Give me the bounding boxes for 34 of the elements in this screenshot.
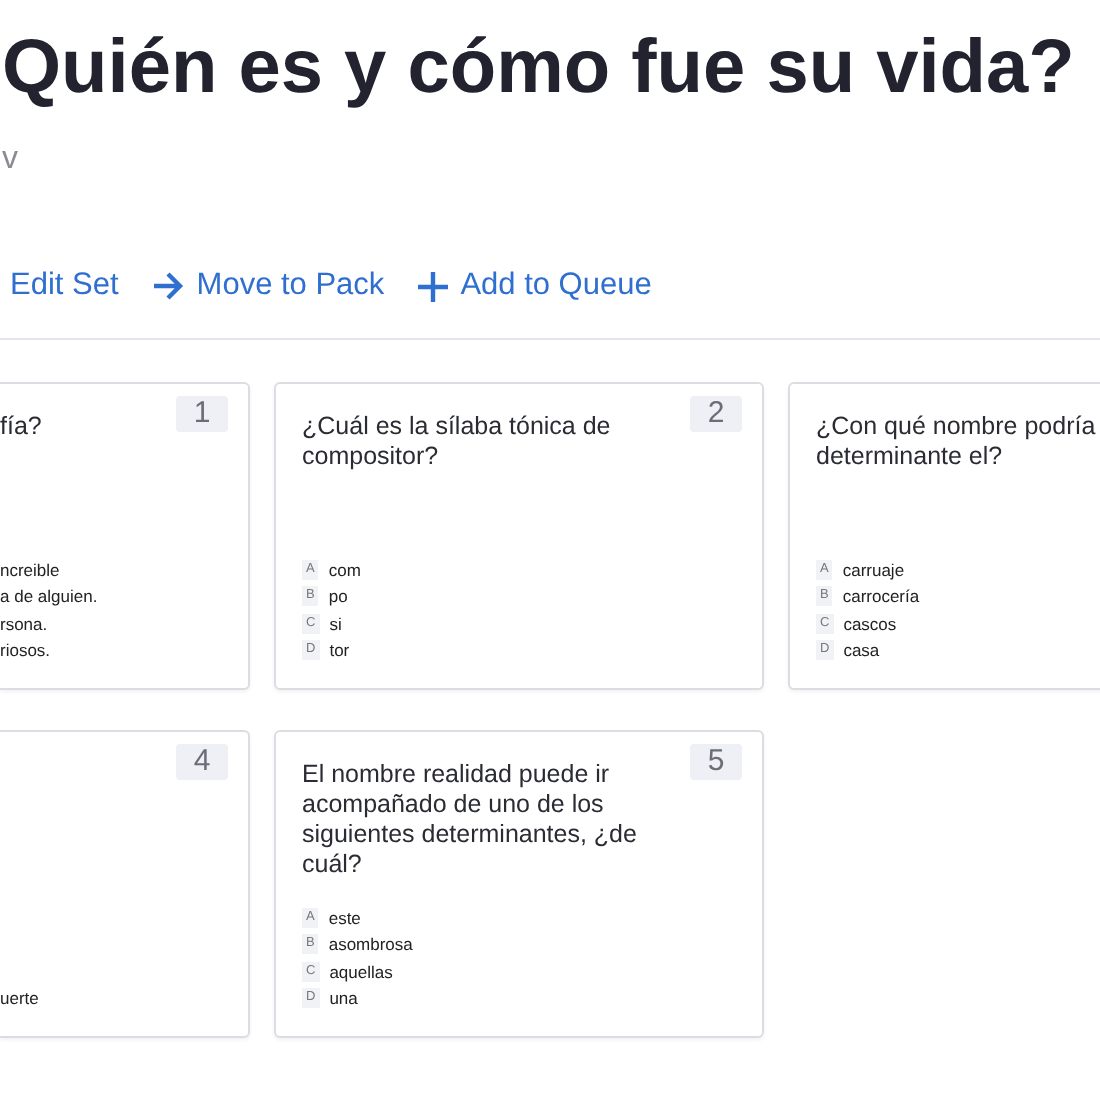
- option-text: si: [329, 613, 342, 634]
- question-text: El nombre realidad puede ir acompañado de uno de los siguientes determinantes, ¿de cuál?: [302, 760, 639, 880]
- question-number: 2: [690, 396, 742, 432]
- option-text: ncreible: [0, 559, 60, 580]
- option-text: casa: [843, 640, 880, 661]
- option-text: este: [328, 907, 361, 928]
- question-number: 5: [690, 744, 742, 780]
- option-text: a de alguien.: [0, 586, 98, 607]
- option-text: asombrosa: [328, 934, 413, 955]
- question-number: 4: [176, 744, 228, 780]
- option-text: carrocería: [842, 586, 920, 607]
- option-text: cascos: [843, 613, 897, 634]
- question-number: 1: [176, 396, 228, 432]
- plus-icon: [418, 271, 449, 301]
- action-link[interactable]: Move to Pack: [152, 268, 385, 304]
- set-subtitle: v: [2, 140, 20, 180]
- action-link[interactable]: Edit Set: [10, 268, 119, 304]
- question-text: ¿Con qué nombre podría determinante el?: [816, 412, 1098, 472]
- option-text: rsona.: [0, 613, 48, 634]
- option-text: com: [328, 559, 361, 580]
- option-text: aquellas: [329, 961, 393, 982]
- option-text: po: [328, 586, 348, 607]
- option-text: una: [329, 988, 358, 1009]
- action-link[interactable]: Add to Queue: [418, 268, 652, 304]
- set-title: Quién es y cómo fue su vida?: [2, 24, 1077, 114]
- question-text: ¿Cuál es la sílaba tónica de compositor?: [302, 412, 613, 472]
- question-card[interactable]: fía? 1 ncreible a de alguien. rsona. riosos.: [0, 382, 250, 690]
- question-text: fía?: [0, 412, 44, 442]
- option-text: tor: [329, 640, 350, 661]
- option-text: carruaje: [842, 559, 905, 580]
- arrow-right-icon: [152, 272, 185, 300]
- option-text: uerte: [0, 988, 39, 1009]
- question-card[interactable]: 4 uerte: [0, 730, 250, 1038]
- option-text: riosos.: [0, 640, 51, 661]
